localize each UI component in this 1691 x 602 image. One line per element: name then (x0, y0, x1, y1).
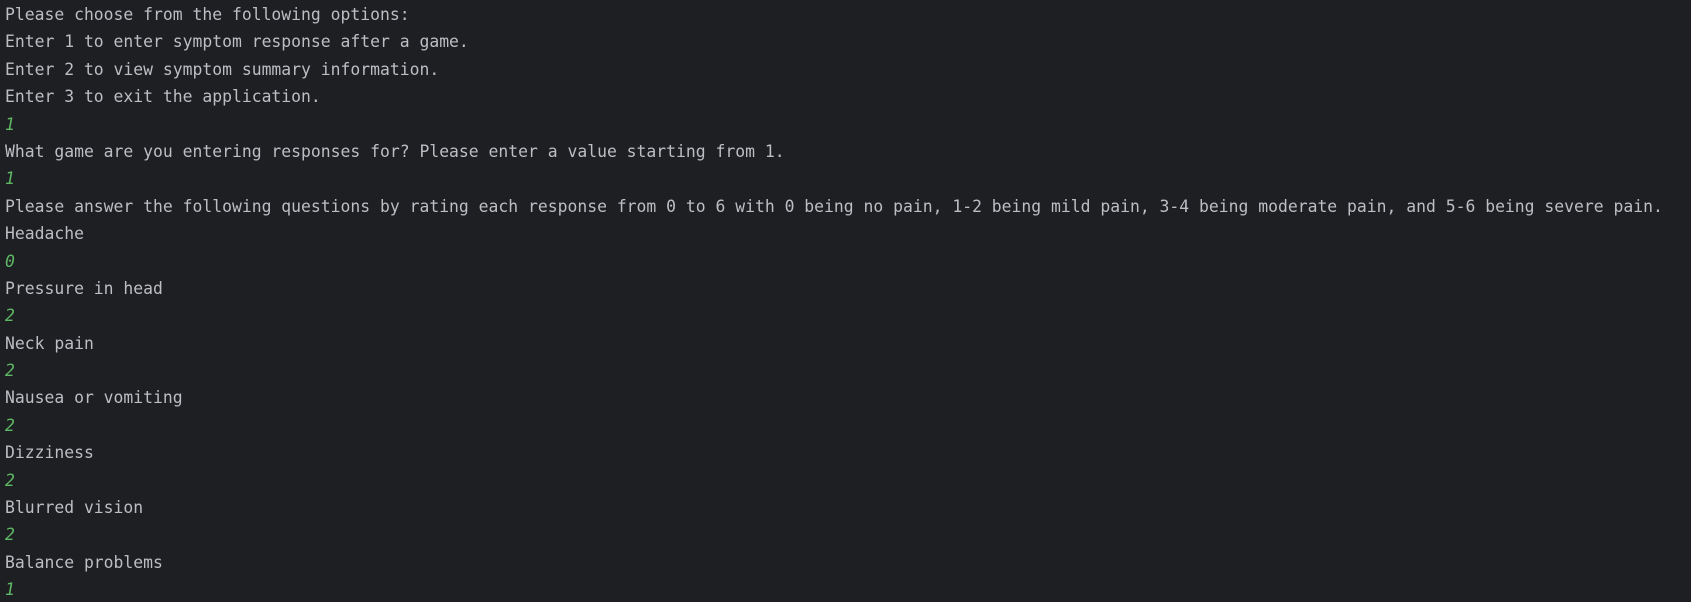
user-input-balance: 1 (5, 580, 15, 600)
menu-option-2: Enter 2 to view symptom summary informat… (5, 59, 440, 79)
symptom-question-pressure: Pressure in head (5, 278, 163, 298)
menu-option-1: Enter 1 to enter symptom response after … (5, 32, 469, 52)
user-input-game-number: 1 (5, 169, 15, 189)
symptom-question-blurred-vision: Blurred vision (5, 498, 144, 518)
menu-option-3: Enter 3 to exit the application. (5, 87, 321, 107)
symptom-question-neck-pain: Neck pain (5, 333, 94, 353)
user-input-nausea: 2 (5, 415, 15, 435)
symptom-question-dizziness: Dizziness (5, 443, 94, 463)
menu-prompt: Please choose from the following options… (5, 5, 410, 24)
user-input-blurred-vision: 2 (5, 525, 15, 545)
symptom-question-nausea: Nausea or vomiting (5, 388, 183, 408)
rating-instructions: Please answer the following questions by… (5, 196, 1663, 216)
console-output[interactable]: Please choose from the following options… (0, 0, 1691, 602)
user-input-headache: 0 (5, 251, 15, 271)
symptom-question-headache: Headache (5, 224, 84, 244)
symptom-question-balance: Balance problems (5, 552, 163, 572)
game-number-prompt: What game are you entering responses for… (5, 141, 785, 161)
user-input-pressure: 2 (5, 306, 15, 326)
user-input-neck-pain: 2 (5, 361, 15, 381)
user-input-menu-choice: 1 (5, 114, 15, 134)
user-input-dizziness: 2 (5, 470, 15, 490)
